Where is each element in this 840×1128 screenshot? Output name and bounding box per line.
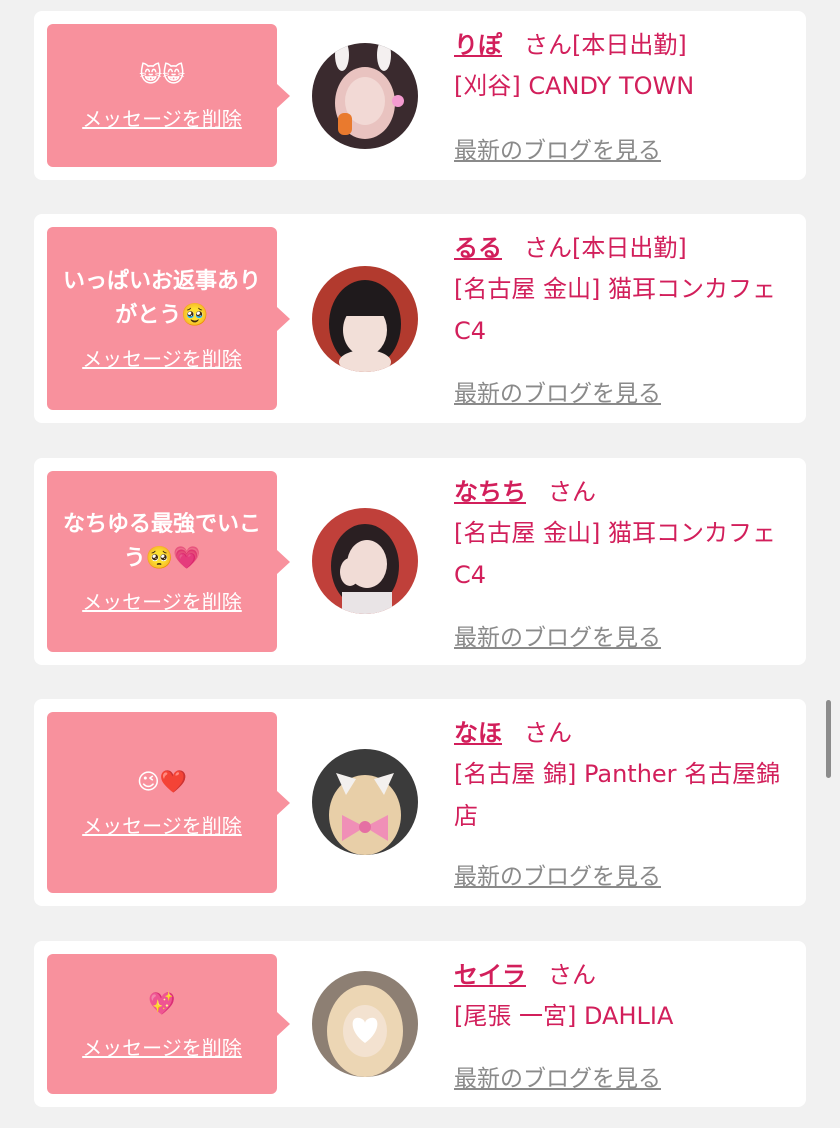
- scrollbar[interactable]: [826, 700, 831, 778]
- message-bubble: 💖 メッセージを削除: [47, 954, 290, 1094]
- message-bubble: 😉❤️ メッセージを削除: [47, 712, 290, 893]
- name-line: りぽ さん[本日出勤]: [454, 25, 792, 65]
- avatar[interactable]: [312, 971, 418, 1077]
- avatar[interactable]: [312, 749, 418, 855]
- name-line: なちち さん: [454, 472, 792, 512]
- name-line: なほ さん: [454, 713, 792, 753]
- avatar[interactable]: [312, 266, 418, 372]
- delete-message-link[interactable]: メッセージを削除: [82, 1032, 242, 1061]
- honorific: さん: [524, 31, 572, 59]
- member-name-link[interactable]: りぽ: [454, 31, 502, 59]
- member-info: なちち さん [名古屋 金山] 猫耳コンカフェ C4: [454, 472, 792, 596]
- message-text: 💖: [148, 991, 176, 1017]
- member-info: なほ さん [名古屋 錦] Panther 名古屋錦店: [454, 713, 792, 837]
- message-text: なちゆる最強でいこう🥺💗: [62, 512, 261, 571]
- message-bubble: 😸😸 メッセージを削除: [47, 24, 290, 167]
- latest-blog-link[interactable]: 最新のブログを見る: [454, 374, 661, 408]
- member-name-link[interactable]: セイラ: [454, 961, 526, 989]
- message-bubble: なちゆる最強でいこう🥺💗 メッセージを削除: [47, 471, 290, 652]
- latest-blog-link[interactable]: 最新のブログを見る: [454, 857, 661, 891]
- name-line: セイラ さん: [454, 955, 792, 995]
- work-status: [本日出勤]: [572, 234, 687, 262]
- work-status: [本日出勤]: [572, 31, 687, 59]
- member-info: りぽ さん[本日出勤] [刈谷] CANDY TOWN: [454, 25, 792, 107]
- latest-blog-link[interactable]: 最新のブログを見る: [454, 1059, 661, 1093]
- latest-blog-link[interactable]: 最新のブログを見る: [454, 618, 661, 652]
- shop-name: [名古屋 錦] Panther 名古屋錦店: [454, 760, 781, 830]
- delete-message-link[interactable]: メッセージを削除: [82, 343, 242, 372]
- message-card: なちゆる最強でいこう🥺💗 メッセージを削除 なちち さん [名古屋 金山] 猫耳コ…: [34, 458, 806, 665]
- honorific: さん: [524, 719, 572, 747]
- message-card: 😸😸 メッセージを削除 りぽ さん[本日出勤] [刈谷] CANDY TOWN 最…: [34, 11, 806, 180]
- shop-name: [名古屋 金山] 猫耳コンカフェ C4: [454, 519, 776, 589]
- latest-blog-link[interactable]: 最新のブログを見る: [454, 131, 661, 165]
- message-text: 😸😸: [139, 63, 185, 88]
- message-bubble: いっぱいお返事ありがとう🥹 メッセージを削除: [47, 227, 290, 410]
- member-name-link[interactable]: なちち: [454, 478, 526, 506]
- message-text: 😉❤️: [136, 770, 188, 795]
- delete-message-link[interactable]: メッセージを削除: [82, 586, 242, 615]
- delete-message-link[interactable]: メッセージを削除: [82, 103, 242, 132]
- shop-name: [刈谷] CANDY TOWN: [454, 72, 695, 100]
- member-name-link[interactable]: るる: [454, 234, 502, 262]
- message-text: いっぱいお返事ありがとう🥹: [62, 269, 261, 328]
- member-info: るる さん[本日出勤] [名古屋 金山] 猫耳コンカフェ C4: [454, 228, 792, 352]
- avatar[interactable]: [312, 43, 418, 149]
- delete-message-link[interactable]: メッセージを削除: [82, 810, 242, 839]
- message-card: 😉❤️ メッセージを削除 なほ さん [名古屋 錦] Panther 名古屋錦店 …: [34, 699, 806, 906]
- shop-name: [尾張 一宮] DAHLIA: [454, 1002, 674, 1030]
- message-card: いっぱいお返事ありがとう🥹 メッセージを削除 るる さん[本日出勤] [名古屋 金…: [34, 214, 806, 423]
- shop-name: [名古屋 金山] 猫耳コンカフェ C4: [454, 275, 776, 345]
- honorific: さん: [548, 961, 596, 989]
- member-name-link[interactable]: なほ: [454, 719, 502, 747]
- member-info: セイラ さん [尾張 一宮] DAHLIA: [454, 955, 792, 1037]
- honorific: さん: [548, 478, 596, 506]
- avatar[interactable]: [312, 508, 418, 614]
- honorific: さん: [524, 234, 572, 262]
- name-line: るる さん[本日出勤]: [454, 228, 792, 268]
- message-card: 💖 メッセージを削除 セイラ さん [尾張 一宮] DAHLIA 最新のブログを見…: [34, 941, 806, 1107]
